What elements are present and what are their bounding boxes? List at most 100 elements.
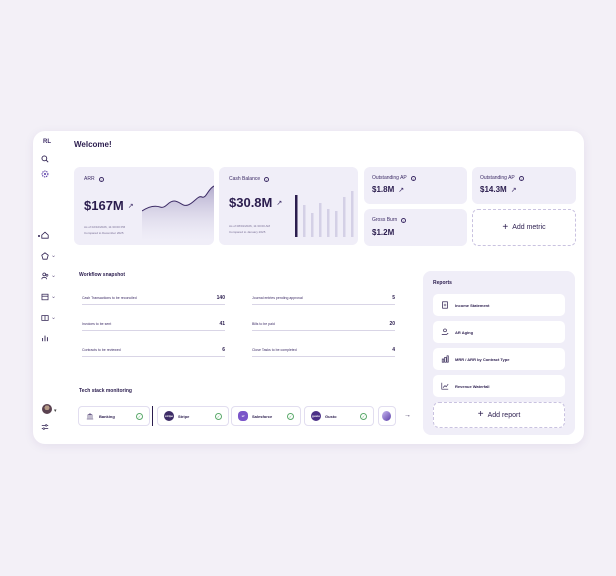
burn-title: Gross Burn (372, 217, 398, 223)
report-income-statement[interactable]: Income Statement (433, 294, 565, 316)
chevron-down-icon: ⌄ (51, 315, 57, 321)
salesforce-logo-icon: sf (238, 411, 248, 421)
workflow-value: 140 (216, 294, 225, 301)
bank-icon (85, 411, 95, 421)
search-icon[interactable] (41, 153, 57, 165)
add-metric-label: Add metric (512, 224, 546, 231)
workflow-row[interactable]: Close Tasks to be completed 4 (252, 343, 395, 357)
trend-up-icon: ↗ (127, 202, 134, 210)
people-icon[interactable]: ⌄ (41, 270, 57, 282)
check-icon: ✓ (287, 413, 294, 420)
app-window: RL ⌄ ⌄ ⌄ ⌄ ▾ Welcome! ARR i $167M ↗ As o… (33, 131, 584, 444)
outstanding-ap-card-2[interactable]: Outstanding AP i $14.3M ↗ (472, 167, 576, 204)
cash-balance-card[interactable]: Cash Balance i $30.8M ↗ As of 08/01/2026, … (219, 167, 358, 245)
ap1-title: Outstanding AP (372, 175, 407, 181)
report-label: AR Aging (455, 329, 474, 335)
tech-item-partial[interactable] (378, 406, 396, 426)
cash-compared: Compared to January 2025 (229, 230, 266, 234)
workflow-value: 20 (389, 320, 395, 327)
info-icon[interactable]: i (518, 175, 524, 181)
arr-sparkline (142, 185, 214, 241)
report-revenue-waterfall[interactable]: Revenue Waterfall (433, 375, 565, 397)
workflow-row[interactable]: Journal entries pending approval 5 (252, 291, 395, 305)
tech-name: Banking (99, 413, 115, 419)
burn-value: $1.2M (372, 228, 395, 237)
workflow-row[interactable]: Contracts to be reviewed 6 (82, 343, 225, 357)
plus-icon: + (477, 409, 484, 420)
book-icon[interactable]: ⌄ (41, 312, 57, 324)
workflow-row[interactable]: Cash Transactions to be reconciled 140 (82, 291, 225, 305)
page-title: Welcome! (74, 140, 112, 149)
chevron-down-icon: ⌄ (51, 253, 57, 259)
workflow-value: 41 (219, 320, 225, 327)
bar-chart-icon (441, 355, 449, 363)
workflow-row[interactable]: Invoices to be sent 41 (82, 317, 225, 331)
workspace-initials[interactable]: RL (43, 139, 51, 145)
ap1-value: $1.8M (372, 185, 395, 194)
gross-burn-card[interactable]: Gross Burn i $1.2M (364, 209, 467, 246)
cash-bar-chart (295, 191, 354, 237)
outstanding-ap-card-1[interactable]: Outstanding AP i $1.8M ↗ (364, 167, 467, 204)
report-mrr-arr[interactable]: MRR / ARR by Contract Type (433, 348, 565, 370)
add-report-button[interactable]: + Add report (433, 402, 565, 428)
trend-up-icon: ↗ (276, 199, 283, 207)
sliders-icon[interactable] (41, 421, 57, 433)
report-ar-aging[interactable]: AR Aging (433, 321, 565, 343)
chevron-down-icon[interactable]: ▾ (54, 408, 57, 414)
settings-icon[interactable] (41, 168, 57, 180)
ap2-title: Outstanding AP (480, 175, 515, 181)
tech-item-stripe[interactable]: stripe Stripe ✓ (157, 406, 229, 426)
plus-icon: + (502, 221, 509, 233)
cash-title: Cash Balance (229, 176, 261, 182)
check-icon: ✓ (215, 413, 222, 420)
info-icon[interactable]: i (410, 175, 416, 181)
home-icon[interactable] (41, 229, 57, 241)
add-metric-button[interactable]: + Add metric (472, 209, 576, 246)
tech-name: Stripe (178, 413, 190, 419)
info-icon[interactable]: i (264, 176, 270, 182)
tech-item-banking[interactable]: Banking ✓ (78, 406, 150, 426)
arrow-right-icon[interactable]: → (404, 412, 411, 419)
info-icon[interactable]: i (98, 176, 104, 182)
arr-card[interactable]: ARR i $167M ↗ As of 02/10/2026, 11:30:00 P… (74, 167, 214, 245)
trend-up-icon: ↗ (398, 186, 405, 194)
workflow-value: 5 (392, 294, 395, 301)
chevron-down-icon: ⌄ (51, 294, 57, 300)
workflow-label: Close Tasks to be completed (252, 347, 297, 352)
workflow-value: 6 (222, 346, 225, 353)
arr-as-of: As of 02/10/2026, 11:30:00 PM (84, 225, 126, 229)
tech-item-gusto[interactable]: gusto Gusto ✓ (304, 406, 374, 426)
workflow-label: Journal entries pending approval (252, 295, 303, 300)
trend-up-icon: ↗ (510, 186, 517, 194)
workflow-row[interactable]: Bills to be paid 20 (252, 317, 395, 331)
stripe-logo-icon: stripe (164, 411, 174, 421)
report-label: Income Statement (455, 302, 490, 308)
arr-title: ARR (84, 176, 95, 182)
workflow-label: Bills to be paid (252, 321, 275, 326)
check-icon: ✓ (360, 413, 367, 420)
app-logo-icon (382, 411, 391, 421)
workflow-title: Workflow snapshot (79, 272, 126, 278)
ap2-value: $14.3M (480, 185, 507, 194)
add-report-label: Add report (487, 411, 521, 419)
inbox-icon[interactable]: ⌄ (41, 291, 57, 303)
divider (152, 406, 153, 426)
pentagon-icon[interactable]: ⌄ (41, 250, 57, 262)
gusto-logo-icon: gusto (311, 411, 321, 421)
tech-item-salesforce[interactable]: sf Salesforce ✓ (231, 406, 301, 426)
reports-panel: Reports Income Statement AR Aging MRR / … (423, 271, 575, 435)
tech-title: Tech stack monitoring (79, 388, 132, 394)
cash-as-of: As of 08/01/2026, 11:30:00 AM (229, 224, 270, 228)
workflow-label: Contracts to be reviewed (82, 347, 121, 352)
sidebar: RL ⌄ ⌄ ⌄ ⌄ ▾ (33, 131, 63, 444)
report-label: MRR / ARR by Contract Type (455, 356, 510, 362)
info-icon[interactable]: i (401, 217, 407, 223)
tech-name: Salesforce (252, 413, 273, 419)
workflow-value: 4 (392, 346, 395, 353)
chevron-down-icon: ⌄ (51, 273, 57, 279)
active-indicator (38, 235, 40, 237)
avatar[interactable] (42, 404, 52, 414)
workflow-label: Cash Transactions to be reconciled (82, 295, 137, 300)
chart-icon[interactable] (41, 332, 57, 344)
hand-coin-icon (441, 328, 449, 335)
